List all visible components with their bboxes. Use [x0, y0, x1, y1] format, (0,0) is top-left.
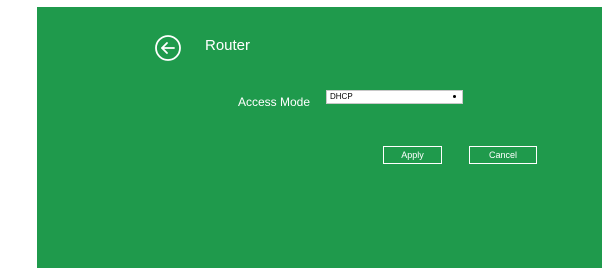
access-mode-selected-value: DHCP	[330, 92, 353, 101]
cancel-button[interactable]: Cancel	[469, 146, 537, 164]
dropdown-arrow-icon	[453, 95, 456, 98]
settings-panel	[37, 7, 602, 268]
back-button[interactable]	[154, 34, 182, 62]
access-mode-label: Access Mode	[238, 95, 311, 109]
page-title: Router	[205, 37, 251, 54]
back-arrow-circle-icon	[155, 35, 181, 61]
access-mode-select[interactable]: DHCP	[326, 90, 463, 104]
apply-button[interactable]: Apply	[383, 146, 442, 164]
